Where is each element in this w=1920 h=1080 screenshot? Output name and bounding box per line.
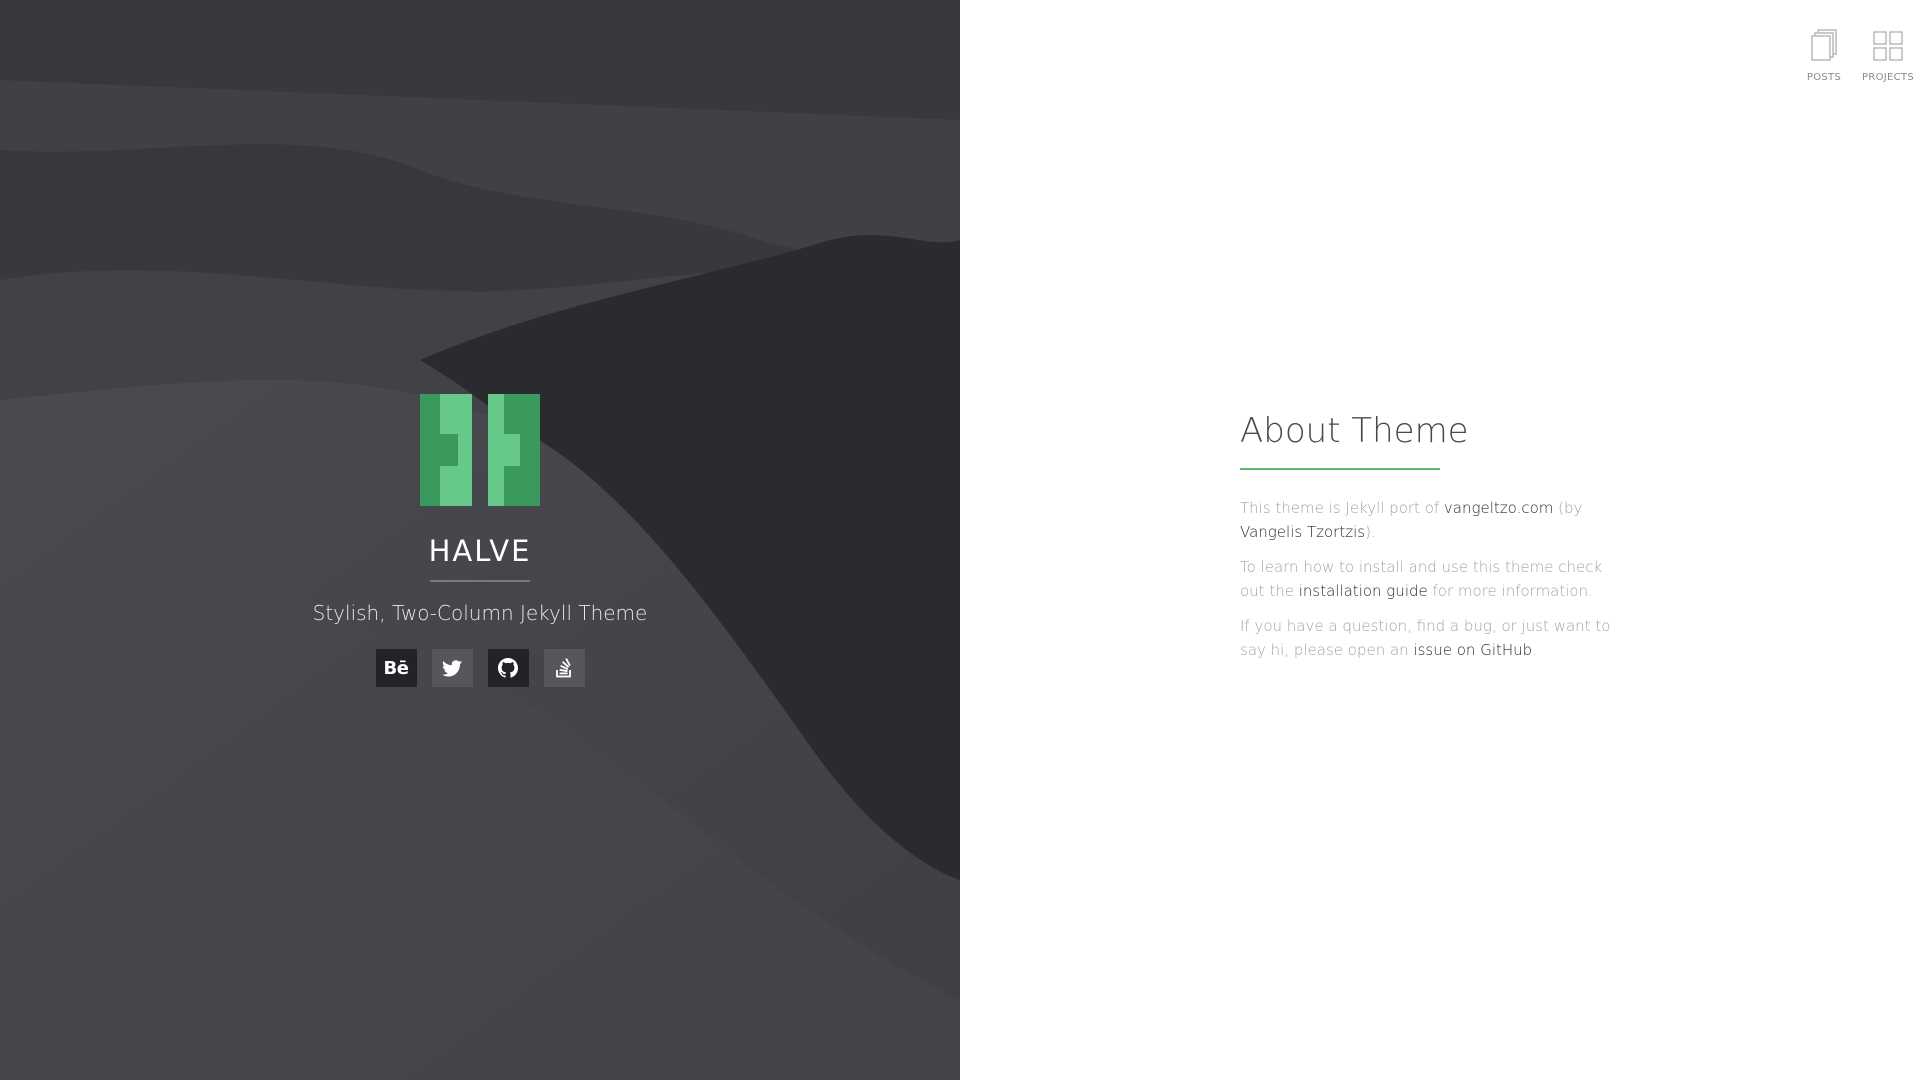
social-links: Bē [375, 649, 585, 687]
article-title: About Theme [1240, 411, 1469, 451]
title-underline [1240, 468, 1440, 470]
github-icon [498, 658, 518, 678]
link-github-issue[interactable]: issue on GitHub [1413, 641, 1532, 659]
projects-grid-icon [1873, 31, 1903, 61]
posts-icon [1811, 29, 1837, 61]
site-tagline: Stylish, Two-Column Jekyll Theme [312, 601, 648, 625]
site-title: HALVE [428, 534, 532, 568]
nav-posts-label: POSTS [1806, 72, 1842, 83]
page: HALVE Stylish, Two-Column Jekyll Theme B… [0, 0, 1920, 1080]
text: . [1532, 641, 1537, 659]
nav-posts[interactable]: POSTS [1798, 28, 1850, 83]
text: ). [1365, 523, 1376, 541]
github-button[interactable] [487, 649, 529, 687]
paragraph-issues: If you have a question, find a bug, or j… [1240, 614, 1630, 662]
about-article: About Theme This theme is Jekyll port of… [1240, 408, 1630, 673]
behance-button[interactable]: Bē [375, 649, 417, 687]
twitter-icon [442, 659, 462, 676]
nav-projects-label: PROJECTS [1862, 72, 1914, 83]
stackoverflow-button[interactable] [543, 649, 585, 687]
link-installation-guide[interactable]: installation guide [1299, 582, 1428, 600]
hero-panel: HALVE Stylish, Two-Column Jekyll Theme B… [0, 0, 960, 1080]
title-divider [430, 580, 530, 582]
nav-projects[interactable]: PROJECTS [1862, 28, 1914, 83]
content-panel: POSTS PROJECTS About Theme This theme is… [960, 0, 1920, 1080]
stackoverflow-icon [556, 658, 571, 678]
halve-logo [420, 394, 540, 506]
brand-block: HALVE Stylish, Two-Column Jekyll Theme B… [0, 394, 960, 687]
article-body: This theme is Jekyll port of vangeltzo.c… [1240, 496, 1630, 662]
paragraph-port: This theme is Jekyll port of vangeltzo.c… [1240, 496, 1630, 544]
link-vangelis-tzortzis[interactable]: Vangelis Tzortzis [1240, 523, 1365, 541]
paragraph-install: To learn how to install and use this the… [1240, 555, 1630, 603]
behance-icon: Bē [383, 657, 409, 679]
text: for more information. [1427, 582, 1593, 600]
text: This theme is Jekyll port of [1240, 499, 1444, 517]
twitter-button[interactable] [431, 649, 473, 687]
top-nav: POSTS PROJECTS [1798, 28, 1914, 83]
text: (by [1553, 499, 1583, 517]
link-vangeltzo[interactable]: vangeltzo.com [1444, 499, 1553, 517]
